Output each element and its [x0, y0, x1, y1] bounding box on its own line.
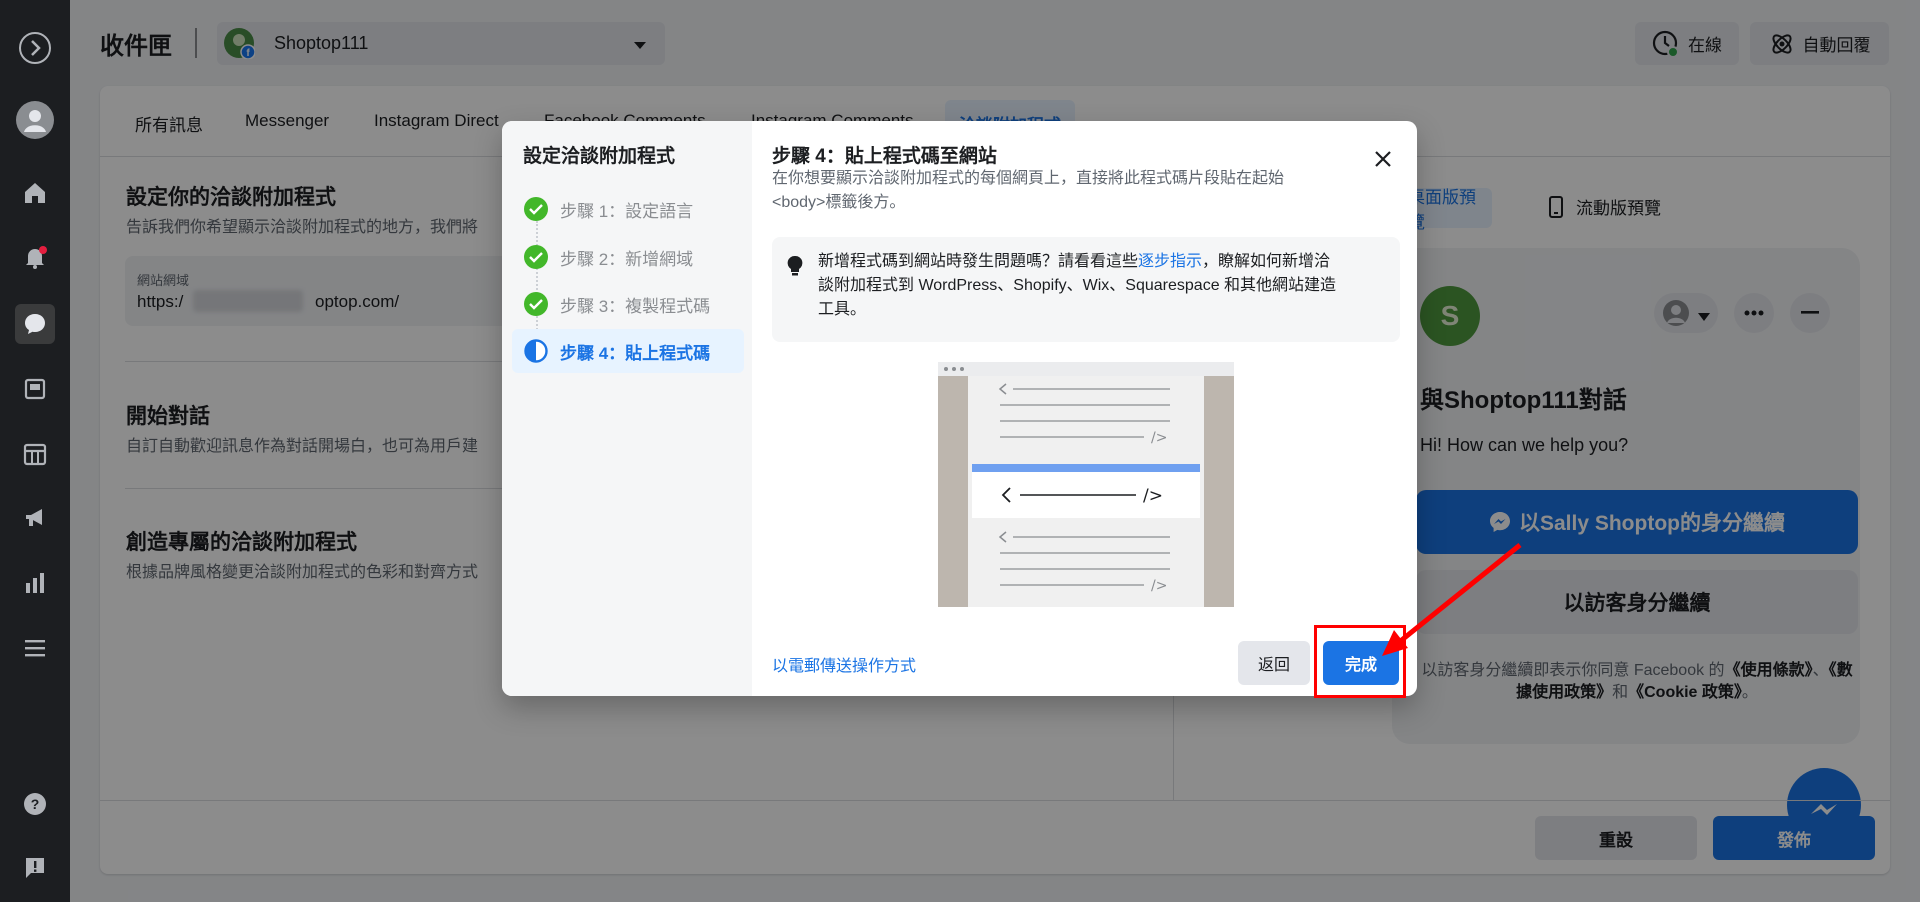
step-4-label: 步驟 4：貼上程式碼	[560, 343, 711, 363]
ads-megaphone-icon[interactable]	[15, 498, 55, 538]
help-tip-box: 新增程式碼到網站時發生問題嗎？請看看這些逐步指示，瞭解如何新增洽 談附加程式到 …	[772, 237, 1400, 342]
step-by-step-link[interactable]: 逐步指示	[1138, 253, 1202, 270]
tip-text-end: ，瞭解如何新增洽	[1202, 253, 1331, 270]
description-line-1: 在你想要顯示洽談附加程式的每個網頁上，直接將此程式碼片段貼在起始	[772, 170, 1285, 187]
svg-text:?: ?	[31, 796, 40, 812]
lightbulb-icon	[786, 255, 804, 281]
help-icon[interactable]: ?	[15, 784, 55, 824]
help-tip-text: 新增程式碼到網站時發生問題嗎？請看看這些逐步指示，瞭解如何新增洽 談附加程式到 …	[818, 250, 1336, 322]
step-1[interactable]: 步驟 1：設定語言	[512, 187, 744, 231]
inbox-icon[interactable]	[15, 304, 55, 344]
check-circle-icon	[524, 292, 548, 316]
description-line-2: <body>標籤後方。	[772, 194, 906, 211]
check-circle-icon	[524, 245, 548, 269]
step-2[interactable]: 步驟 2：新增網域	[512, 235, 744, 279]
close-icon[interactable]	[1365, 141, 1401, 177]
check-circle-icon	[524, 197, 548, 221]
annotation-arrow-icon	[1382, 543, 1522, 656]
email-instructions-link[interactable]: 以電郵傳送操作方式	[772, 652, 916, 676]
left-navigation: ?	[0, 0, 70, 902]
meta-logo-icon[interactable]	[15, 28, 55, 68]
feedback-icon[interactable]	[15, 848, 55, 888]
svg-text:/>: />	[1151, 578, 1167, 594]
step-3[interactable]: 步驟 3：複製程式碼	[512, 282, 744, 326]
step-description: 在你想要顯示洽談附加程式的每個網頁上，直接將此程式碼片段貼在起始 <body>標…	[772, 167, 1284, 215]
step-1-label: 步驟 1：設定語言	[560, 201, 694, 221]
code-placement-illustration: /> /> />	[938, 362, 1234, 607]
step-4[interactable]: 步驟 4：貼上程式碼	[512, 329, 744, 373]
tip-line-3: 工具。	[818, 301, 867, 318]
step-heading: 步驟 4：貼上程式碼至網站	[772, 146, 997, 167]
svg-text:/>: />	[1151, 430, 1167, 446]
profile-avatar-icon[interactable]	[15, 100, 55, 140]
setup-dialog: 設定洽談附加程式 步驟 1：設定語言 步驟 2：新增網域 步驟 3：複製程式碼 …	[502, 121, 1417, 696]
step-2-label: 步驟 2：新增網域	[560, 249, 694, 269]
step-3-label: 步驟 3：複製程式碼	[560, 296, 711, 316]
tip-text-start: 新增程式碼到網站時發生問題嗎？請看看這些	[818, 253, 1139, 270]
steps-sidebar: 設定洽談附加程式 步驟 1：設定語言 步驟 2：新增網域 步驟 3：複製程式碼 …	[502, 121, 752, 696]
notifications-icon[interactable]	[15, 238, 55, 278]
planner-icon[interactable]	[15, 434, 55, 474]
half-circle-progress-icon	[524, 339, 548, 363]
all-tools-menu-icon[interactable]	[15, 628, 55, 668]
back-button[interactable]: 返回	[1238, 641, 1310, 685]
svg-text:/>: />	[1143, 486, 1163, 506]
insights-icon[interactable]	[15, 563, 55, 603]
sidebar-title: 設定洽談附加程式	[523, 146, 676, 167]
tip-line-2: 談附加程式到 WordPress、Shopify、Wix、Squarespace…	[818, 277, 1337, 294]
home-icon[interactable]	[15, 173, 55, 213]
content-icon[interactable]	[15, 369, 55, 409]
